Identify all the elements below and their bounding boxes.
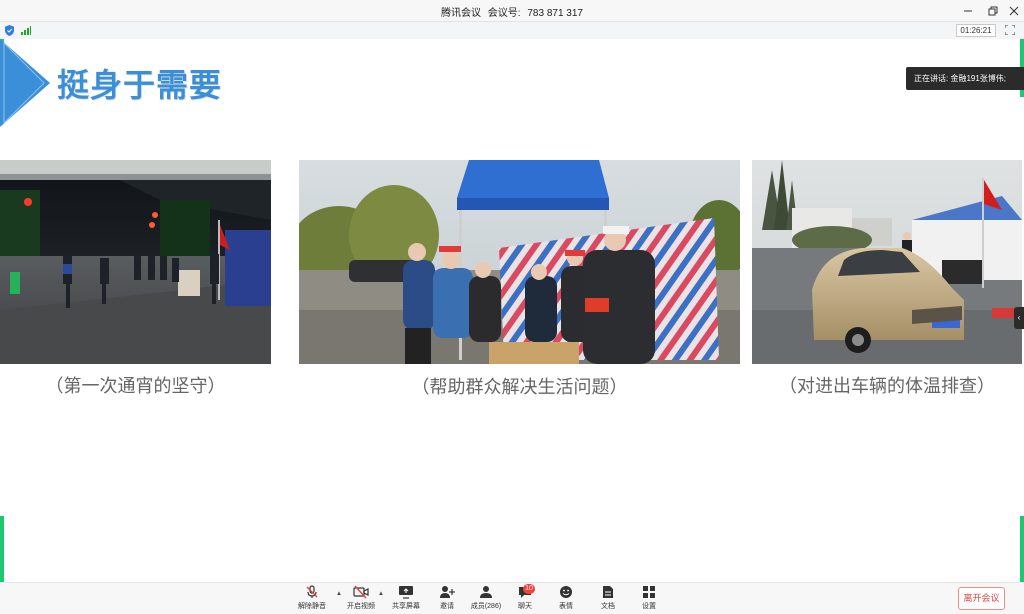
restore-icon[interactable] xyxy=(985,3,1001,19)
meeting-timer: 01:26:21 xyxy=(956,24,996,37)
status-bar: 01:26:21 xyxy=(0,22,1024,39)
share-screen-button[interactable]: 共享屏幕 xyxy=(389,585,423,614)
meeting-id: 783 871 317 xyxy=(527,8,583,19)
caption-3: （对进出车辆的体温排查） xyxy=(779,376,995,396)
active-speaker-indicator: 正在讲话: 金融191张博伟; xyxy=(906,67,1024,90)
shield-icon[interactable] xyxy=(5,25,14,36)
slide-arrow-icon xyxy=(0,39,50,127)
chat-unread-badge: 10 xyxy=(523,584,535,594)
chat-button[interactable]: 10 聊天 xyxy=(513,584,537,614)
audio-options-caret-icon[interactable]: ▲ xyxy=(336,591,342,597)
right-accent-bottom xyxy=(1020,516,1024,582)
fullscreen-icon[interactable] xyxy=(1005,25,1015,35)
unmute-button[interactable]: 解除静音 xyxy=(295,585,329,614)
window-title: 腾讯会议 会议号: 783 871 317 xyxy=(0,4,1024,19)
smiley-icon xyxy=(560,586,572,598)
signal-icon[interactable] xyxy=(21,26,31,35)
close-icon[interactable] xyxy=(1006,3,1022,19)
documents-button[interactable]: 文档 xyxy=(596,585,620,614)
start-video-button[interactable]: 开启视频 xyxy=(344,585,378,614)
meeting-toolbar: 解除静音 ▲ 开启视频 ▲ 共享屏幕 邀请 成员(286) 10 聊天 表情 文… xyxy=(0,582,1024,614)
reactions-label: 表情 xyxy=(559,603,573,610)
shared-screen: 挺身于需要 （第一次通宵的坚守） （帮助群众解决生活问题） （对进出车辆的体温排… xyxy=(0,39,1024,582)
minimize-icon[interactable] xyxy=(960,3,976,19)
slide-title: 挺身于需要 xyxy=(57,67,223,103)
chat-label: 聊天 xyxy=(518,603,532,610)
chevron-left-icon: ‹ xyxy=(1017,313,1021,322)
meeting-window: 腾讯会议 会议号: 783 871 317 01:26:21 挺身于需要 （第一… xyxy=(0,0,1024,614)
members-label: 成员(286) xyxy=(470,603,502,610)
meeting-id-label: 会议号: xyxy=(487,8,521,19)
caption-1: （第一次通宵的坚守） xyxy=(45,376,226,396)
settings-button[interactable]: 设置 xyxy=(637,585,661,614)
share-screen-label: 共享屏幕 xyxy=(392,603,420,610)
members-icon xyxy=(480,586,492,598)
collapse-panel-handle[interactable]: ‹ xyxy=(1014,307,1024,329)
video-options-caret-icon[interactable]: ▲ xyxy=(378,591,384,597)
add-user-icon xyxy=(440,586,455,598)
speaker-label: 正在讲话: xyxy=(914,74,951,83)
microphone-muted-icon xyxy=(306,585,318,598)
title-bar: 腾讯会议 会议号: 783 871 317 xyxy=(0,0,1024,22)
camera-off-icon xyxy=(353,585,369,599)
documents-label: 文档 xyxy=(601,603,615,610)
photo-tent-help xyxy=(299,160,740,364)
share-screen-icon xyxy=(399,586,413,599)
photo-vehicle-check xyxy=(752,160,1022,364)
invite-label: 邀请 xyxy=(440,603,454,610)
left-accent-bottom xyxy=(0,516,4,582)
document-icon xyxy=(603,586,613,598)
settings-label: 设置 xyxy=(642,603,656,610)
grid-settings-icon xyxy=(643,586,655,598)
start-video-label: 开启视频 xyxy=(347,603,375,610)
leave-meeting-button[interactable]: 离开会议 xyxy=(958,587,1005,610)
reactions-button[interactable]: 表情 xyxy=(554,585,578,614)
photo-night-checkpoint xyxy=(0,160,271,364)
unmute-label: 解除静音 xyxy=(298,603,326,610)
members-button[interactable]: 成员(286) xyxy=(470,585,502,614)
caption-2: （帮助群众解决生活问题） xyxy=(411,377,628,397)
app-name: 腾讯会议 xyxy=(441,8,482,19)
speaker-name: 金融191张博伟; xyxy=(950,74,1007,83)
invite-button[interactable]: 邀请 xyxy=(434,585,460,614)
